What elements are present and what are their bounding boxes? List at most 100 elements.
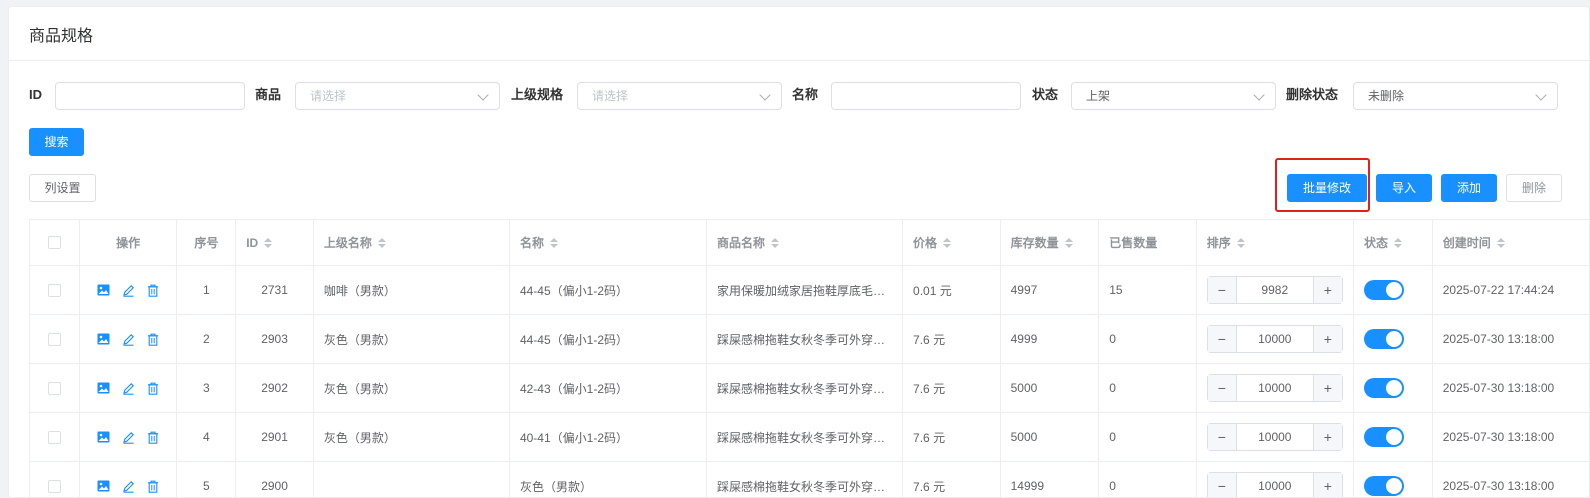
- import-button[interactable]: 导入: [1376, 174, 1432, 202]
- row-created-text: 2025-07-30 13:18:00: [1442, 332, 1555, 346]
- image-icon[interactable]: [97, 480, 110, 492]
- batch-edit-button[interactable]: 批量修改: [1287, 174, 1367, 202]
- header-product-name[interactable]: 商品名称: [707, 220, 904, 266]
- image-icon[interactable]: [97, 333, 110, 345]
- sort-icon[interactable]: [943, 237, 952, 248]
- sort-icon[interactable]: [1394, 237, 1403, 248]
- sort-value[interactable]: 9982: [1237, 277, 1313, 303]
- status-switch[interactable]: [1364, 378, 1405, 398]
- row-price-text: 7.6 元: [913, 479, 946, 494]
- parent-spec-select[interactable]: 请选择: [577, 82, 782, 110]
- decrement-button[interactable]: −: [1207, 424, 1237, 450]
- delete-icon[interactable]: [147, 431, 159, 444]
- sort-stepper[interactable]: − 10000 +: [1206, 325, 1343, 353]
- edit-icon[interactable]: [122, 333, 135, 346]
- sort-icon[interactable]: [1496, 237, 1505, 248]
- row-parent-name-text: 灰色（男款）: [323, 381, 396, 396]
- sort-value[interactable]: 10000: [1237, 326, 1313, 352]
- sort-icon[interactable]: [377, 237, 386, 248]
- row-name-text: 42-43（偏小1-2码）: [519, 381, 628, 396]
- sort-icon[interactable]: [771, 237, 780, 248]
- sort-value[interactable]: 10000: [1237, 424, 1313, 450]
- add-button[interactable]: 添加: [1441, 174, 1497, 202]
- table-row[interactable]: 1 2731 咖啡（男款） 44-45（偏小1-2码） 家用保暖加绒家居拖鞋厚底…: [30, 266, 1589, 315]
- row-status: [1354, 364, 1433, 413]
- row-status: [1354, 266, 1433, 315]
- table-row[interactable]: 3 2902 灰色（男款） 42-43（偏小1-2码） 踩屎感棉拖鞋女秋冬季可外…: [30, 364, 1589, 413]
- image-icon[interactable]: [97, 431, 110, 443]
- delete-icon[interactable]: [147, 382, 159, 395]
- select-all-checkbox[interactable]: [47, 236, 61, 249]
- decrement-button[interactable]: −: [1207, 326, 1237, 352]
- row-stock: 14999: [1001, 462, 1100, 497]
- header-id[interactable]: ID: [236, 220, 314, 266]
- edit-icon[interactable]: [122, 382, 135, 395]
- row-created-text: 2025-07-22 17:44:24: [1442, 283, 1555, 297]
- status-select[interactable]: 上架: [1071, 82, 1276, 110]
- row-stock-text: 5000: [1010, 381, 1038, 395]
- row-checkbox[interactable]: [47, 381, 61, 395]
- edit-icon[interactable]: [122, 431, 135, 444]
- header-sort-label: 排序: [1206, 236, 1231, 250]
- sort-icon[interactable]: [264, 237, 273, 248]
- image-icon[interactable]: [97, 284, 110, 296]
- header-parent-name[interactable]: 上级名称: [313, 220, 510, 266]
- delete-icon[interactable]: [147, 480, 159, 493]
- table-row[interactable]: 4 2901 灰色（男款） 40-41（偏小1-2码） 踩屎感棉拖鞋女秋冬季可外…: [30, 413, 1589, 462]
- header-stock-label: 库存数量: [1010, 236, 1059, 250]
- sort-stepper[interactable]: − 10000 +: [1206, 374, 1343, 402]
- name-label: 名称: [792, 87, 819, 102]
- increment-button[interactable]: +: [1312, 375, 1342, 401]
- decrement-button[interactable]: −: [1207, 473, 1237, 497]
- product-select-placeholder: 请选择: [310, 89, 347, 103]
- row-sort: − 10000 +: [1196, 315, 1355, 364]
- increment-button[interactable]: +: [1312, 473, 1342, 497]
- delete-icon[interactable]: [147, 284, 159, 297]
- decrement-button[interactable]: −: [1207, 375, 1237, 401]
- header-sold[interactable]: 已售数量: [1099, 220, 1197, 266]
- increment-button[interactable]: +: [1312, 326, 1342, 352]
- decrement-button[interactable]: −: [1207, 277, 1237, 303]
- header-created[interactable]: 创建时间: [1432, 220, 1589, 266]
- edit-icon[interactable]: [122, 284, 135, 297]
- sort-stepper[interactable]: − 9982 +: [1206, 276, 1343, 304]
- id-input[interactable]: [55, 82, 245, 110]
- deleted-status-select[interactable]: 未删除: [1353, 82, 1558, 110]
- sort-icon[interactable]: [549, 237, 558, 248]
- status-switch[interactable]: [1364, 329, 1405, 349]
- column-settings-button[interactable]: 列设置: [29, 174, 96, 202]
- sort-value[interactable]: 10000: [1237, 375, 1313, 401]
- name-input[interactable]: [831, 82, 1021, 110]
- image-icon[interactable]: [97, 382, 110, 394]
- row-index: 4: [177, 413, 237, 462]
- row-sort: − 10000 +: [1196, 364, 1355, 413]
- increment-button[interactable]: +: [1312, 424, 1342, 450]
- header-sort[interactable]: 排序: [1196, 220, 1355, 266]
- row-select-cell: [30, 462, 80, 497]
- sort-icon[interactable]: [1236, 237, 1245, 248]
- row-checkbox[interactable]: [47, 332, 61, 346]
- status-switch[interactable]: [1364, 427, 1405, 447]
- table-row[interactable]: 2 2903 灰色（男款） 44-45（偏小1-2码） 踩屎感棉拖鞋女秋冬季可外…: [30, 315, 1589, 364]
- sort-stepper[interactable]: − 10000 +: [1206, 472, 1343, 497]
- sort-stepper[interactable]: − 10000 +: [1206, 423, 1343, 451]
- status-switch[interactable]: [1364, 280, 1405, 300]
- header-name[interactable]: 名称: [509, 220, 707, 266]
- status-switch[interactable]: [1364, 476, 1405, 496]
- product-select[interactable]: 请选择: [295, 82, 500, 110]
- row-checkbox[interactable]: [47, 283, 61, 297]
- header-price[interactable]: 价格: [903, 220, 1001, 266]
- delete-button[interactable]: 删除: [1506, 174, 1562, 202]
- search-button[interactable]: 搜索: [29, 128, 84, 156]
- header-stock[interactable]: 库存数量: [1000, 220, 1100, 266]
- sort-icon[interactable]: [1064, 237, 1073, 248]
- row-checkbox[interactable]: [47, 479, 61, 493]
- increment-button[interactable]: +: [1312, 277, 1342, 303]
- row-name: 44-45（偏小1-2码）: [509, 315, 707, 364]
- sort-value[interactable]: 10000: [1237, 473, 1313, 497]
- table-row[interactable]: 5 2900 灰色（男款） 踩屎感棉拖鞋女秋冬季可外穿… 7.6 元 14999…: [30, 462, 1589, 497]
- delete-icon[interactable]: [147, 333, 159, 346]
- edit-icon[interactable]: [122, 480, 135, 493]
- row-checkbox[interactable]: [47, 430, 61, 444]
- header-status[interactable]: 状态: [1354, 220, 1433, 266]
